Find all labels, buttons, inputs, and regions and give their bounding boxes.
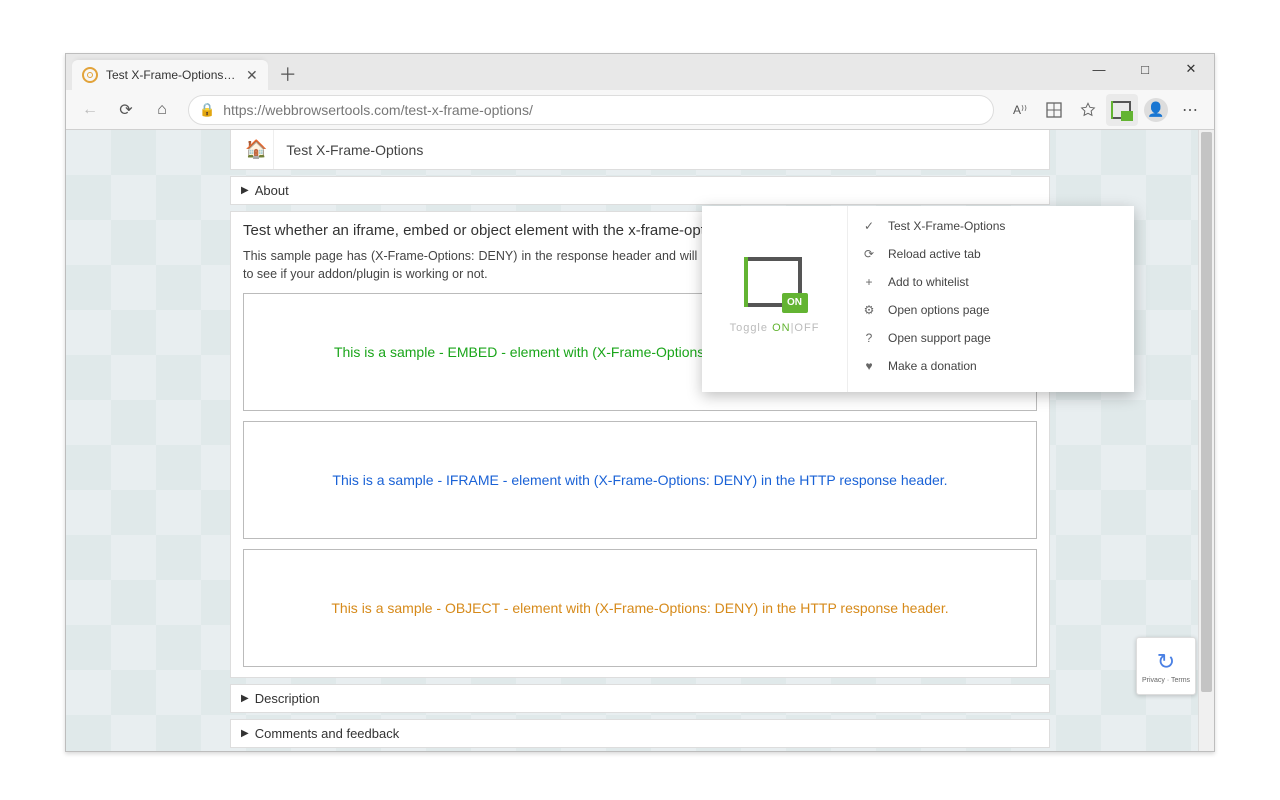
home-button[interactable]: ⌂ <box>146 94 178 126</box>
tab-favicon <box>82 67 98 83</box>
gear-icon: ⚙ <box>862 303 876 317</box>
comments-accordion[interactable]: ▶ Comments and feedback <box>230 719 1050 748</box>
sample-object-box: This is a sample - OBJECT - element with… <box>243 549 1037 667</box>
read-aloud-button[interactable]: A⁾⁾ <box>1004 94 1036 126</box>
ext-item-whitelist[interactable]: + Add to whitelist <box>848 268 1134 296</box>
extension-popup-menu: ✓ Test X-Frame-Options ⟳ Reload active t… <box>848 206 1134 392</box>
toggle-label: Toggle ON|OFF <box>730 321 820 334</box>
sample-object-text: This is a sample - OBJECT - element with… <box>331 600 948 616</box>
browser-toolbar: ← → ⟳ ⌂ 🔒 https://webbrowsertools.com/te… <box>66 90 1214 130</box>
page-header: 🏠 Test X-Frame-Options <box>230 130 1050 170</box>
ext-item-label: Make a donation <box>888 359 977 373</box>
window-controls: — □ ✕ <box>1076 54 1214 90</box>
recaptcha-icon: ↻ <box>1157 649 1175 675</box>
tab-title: Test X-Frame-Options :: WebBro... <box>106 68 236 82</box>
extension-popup: ON Toggle ON|OFF ✓ Test X-Frame-Options … <box>702 206 1134 392</box>
chevron-right-icon: ▶ <box>241 693 249 704</box>
url-text: https://webbrowsertools.com/test-x-frame… <box>223 102 983 118</box>
about-label: About <box>255 183 289 198</box>
ext-item-options[interactable]: ⚙ Open options page <box>848 296 1134 324</box>
translate-icon <box>1046 102 1062 118</box>
extension-big-icon[interactable]: ON <box>748 257 802 307</box>
about-accordion[interactable]: ▶ About <box>230 176 1050 205</box>
page-viewport: 🏠 Test X-Frame-Options ▶ About Test whet… <box>66 130 1214 751</box>
extension-icon <box>1113 101 1131 119</box>
comments-label: Comments and feedback <box>255 726 400 741</box>
ext-item-label: Add to whitelist <box>888 275 969 289</box>
menu-button[interactable]: ⋯ <box>1174 94 1206 126</box>
ext-item-donate[interactable]: ♥ Make a donation <box>848 352 1134 380</box>
sample-iframe-text: This is a sample - IFRAME - element with… <box>332 472 947 488</box>
new-tab-button[interactable]: ＋ <box>274 60 302 88</box>
ext-item-label: Open support page <box>888 331 991 345</box>
chevron-right-icon: ▶ <box>241 185 249 196</box>
ext-item-support[interactable]: ? Open support page <box>848 324 1134 352</box>
extension-popup-left: ON Toggle ON|OFF <box>702 206 848 392</box>
chevron-right-icon: ▶ <box>241 728 249 739</box>
ext-item-test[interactable]: ✓ Test X-Frame-Options <box>848 212 1134 240</box>
description-accordion[interactable]: ▶ Description <box>230 684 1050 713</box>
avatar-icon: 👤 <box>1144 98 1168 122</box>
ext-item-label: Test X-Frame-Options <box>888 219 1005 233</box>
ext-item-label: Open options page <box>888 303 989 317</box>
plus-icon: + <box>862 275 876 289</box>
ext-item-reload[interactable]: ⟳ Reload active tab <box>848 240 1134 268</box>
page-title: Test X-Frame-Options <box>286 142 423 158</box>
heart-icon: ♥ <box>862 359 876 373</box>
refresh-button[interactable]: ⟳ <box>110 94 142 126</box>
lock-icon: 🔒 <box>199 102 215 118</box>
scrollbar-thumb[interactable] <box>1201 132 1212 692</box>
scrollbar[interactable] <box>1198 130 1214 751</box>
back-button[interactable]: ← <box>74 94 106 126</box>
translate-button[interactable] <box>1038 94 1070 126</box>
close-tab-icon[interactable]: ✕ <box>244 67 260 84</box>
recaptcha-badge[interactable]: ↻ Privacy · Terms <box>1136 637 1196 695</box>
favorites-button[interactable] <box>1072 94 1104 126</box>
minimize-button[interactable]: — <box>1076 54 1122 84</box>
browser-window: Test X-Frame-Options :: WebBro... ✕ ＋ — … <box>65 53 1215 752</box>
extension-button[interactable] <box>1106 94 1138 126</box>
address-bar[interactable]: 🔒 https://webbrowsertools.com/test-x-fra… <box>188 95 994 125</box>
close-window-button[interactable]: ✕ <box>1168 54 1214 84</box>
sample-iframe-box: This is a sample - IFRAME - element with… <box>243 421 1037 539</box>
home-icon[interactable]: 🏠 <box>239 130 274 169</box>
maximize-button[interactable]: □ <box>1122 54 1168 84</box>
description-label: Description <box>255 691 320 706</box>
tab-strip: Test X-Frame-Options :: WebBro... ✕ ＋ — … <box>66 54 1214 90</box>
star-icon <box>1080 102 1096 118</box>
question-icon: ? <box>862 331 876 345</box>
reload-icon: ⟳ <box>862 247 876 261</box>
ext-item-label: Reload active tab <box>888 247 981 261</box>
recaptcha-text: Privacy · Terms <box>1142 677 1190 684</box>
browser-tab[interactable]: Test X-Frame-Options :: WebBro... ✕ <box>72 60 268 90</box>
check-icon: ✓ <box>862 219 876 233</box>
profile-button[interactable]: 👤 <box>1140 94 1172 126</box>
